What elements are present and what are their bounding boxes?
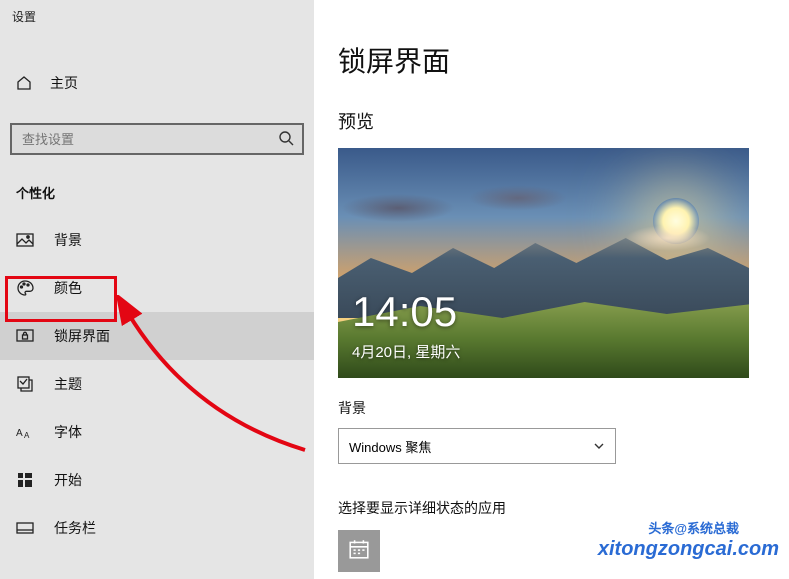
sidebar-item-start[interactable]: 开始 — [0, 456, 314, 504]
sidebar-item-taskbar[interactable]: 任务栏 — [0, 504, 314, 552]
sidebar-home[interactable]: 主页 — [0, 63, 314, 103]
search-icon — [278, 130, 296, 148]
section-personalization: 个性化 — [16, 183, 314, 202]
background-dropdown[interactable]: Windows 聚焦 — [338, 428, 616, 464]
nav-label: 背景 — [54, 230, 82, 250]
nav-label: 颜色 — [54, 278, 82, 298]
watermark-sub: 头条@系统总裁 — [648, 518, 739, 537]
search-input[interactable] — [10, 123, 304, 155]
home-label: 主页 — [50, 73, 78, 93]
lockscreen-preview[interactable]: 14:05 4月20日, 星期六 — [338, 148, 749, 378]
nav-label: 开始 — [54, 470, 82, 490]
palette-icon — [16, 279, 34, 297]
taskbar-icon — [16, 519, 34, 537]
page-title: 锁屏界面 — [338, 40, 768, 80]
background-label: 背景 — [338, 398, 768, 418]
sidebar-item-lockscreen[interactable]: 锁屏界面 — [0, 312, 314, 360]
svg-text:A: A — [24, 431, 30, 440]
nav-label: 任务栏 — [54, 518, 96, 538]
watermark-main: xitongzongcai.com — [598, 538, 779, 561]
app-title: 设置 — [0, 0, 314, 25]
preview-time: 14:05 — [352, 288, 457, 336]
picture-icon — [16, 231, 34, 249]
lockscreen-icon — [16, 327, 34, 345]
search-box[interactable] — [10, 123, 304, 155]
chevron-down-icon — [593, 440, 605, 452]
calendar-icon — [348, 538, 370, 565]
nav-label: 锁屏界面 — [54, 326, 110, 346]
start-icon — [16, 471, 34, 489]
sidebar-item-colors[interactable]: 颜色 — [0, 264, 314, 312]
svg-text:A: A — [16, 428, 23, 439]
sidebar-item-themes[interactable]: 主题 — [0, 360, 314, 408]
preview-date: 4月20日, 星期六 — [352, 341, 460, 362]
dropdown-value: Windows 聚焦 — [349, 437, 431, 456]
nav-label: 字体 — [54, 422, 82, 442]
detail-status-label: 选择要显示详细状态的应用 — [338, 498, 768, 518]
sidebar-item-background[interactable]: 背景 — [0, 216, 314, 264]
detail-app-tile[interactable] — [338, 530, 380, 572]
home-icon — [16, 75, 32, 91]
themes-icon — [16, 375, 34, 393]
preview-heading: 预览 — [338, 108, 768, 134]
sidebar-item-fonts[interactable]: AA 字体 — [0, 408, 314, 456]
nav-label: 主题 — [54, 374, 82, 394]
fonts-icon: AA — [16, 423, 34, 441]
